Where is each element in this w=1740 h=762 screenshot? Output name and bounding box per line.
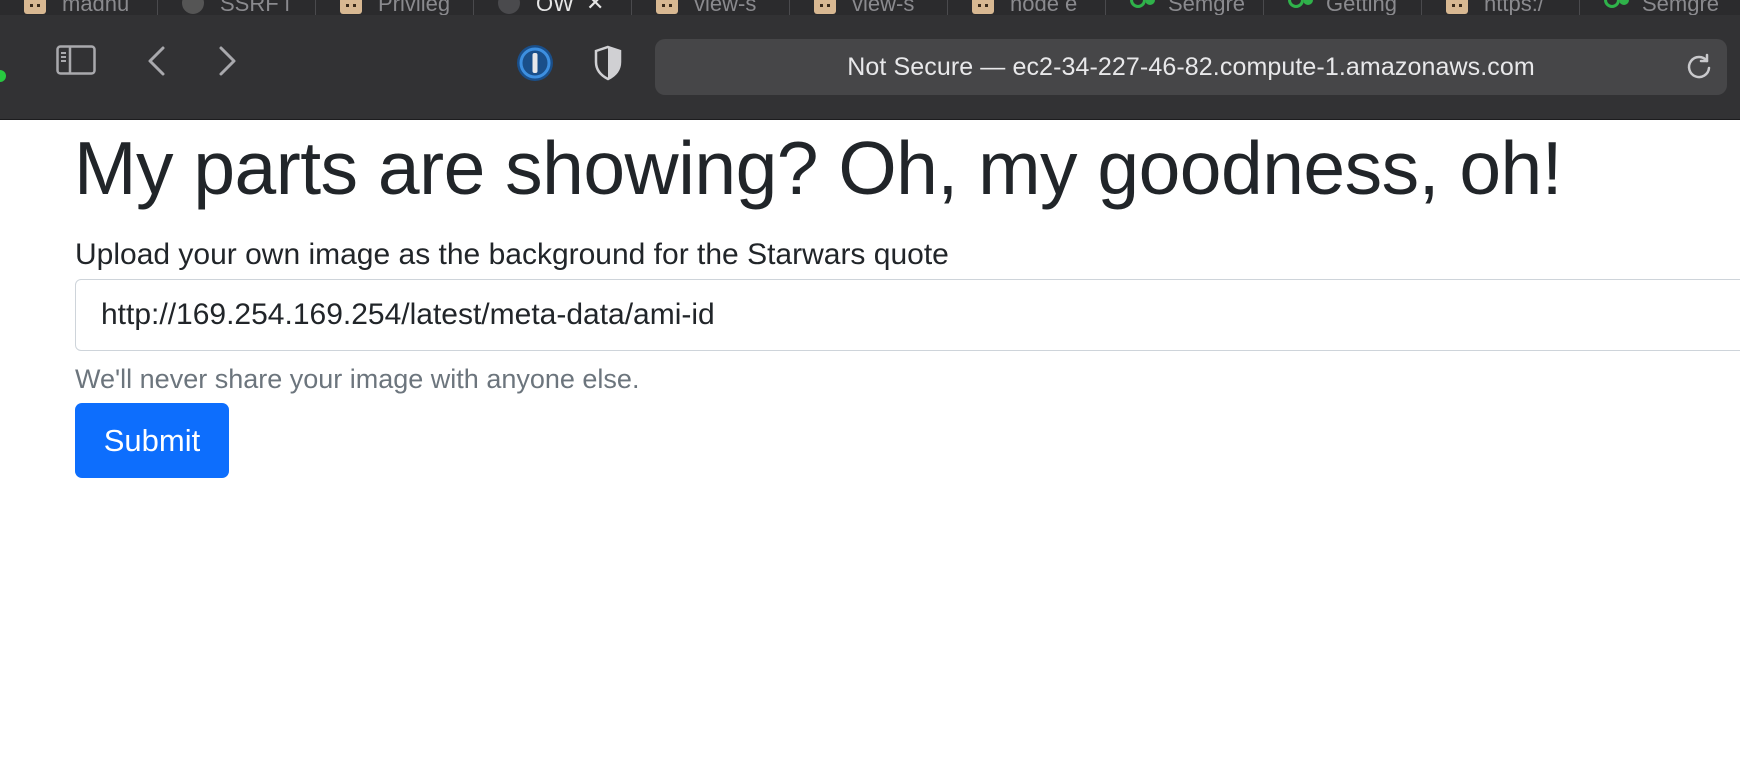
dark-favicon-icon [182, 0, 204, 14]
address-bar[interactable]: Not Secure — ec2-34-227-46-82.compute-1.… [655, 39, 1727, 95]
tab-separator [631, 0, 632, 15]
browser-tab[interactable]: Semgre [1106, 0, 1264, 15]
privacy-shield-icon[interactable] [593, 45, 623, 86]
browser-tab[interactable]: https:/ [1422, 0, 1580, 15]
image-url-input[interactable] [75, 279, 1740, 351]
avatar-favicon-icon [1446, 0, 1468, 14]
browser-tab[interactable]: SSRF i [158, 0, 316, 15]
avatar-favicon-icon [24, 0, 46, 14]
tab-separator [947, 0, 948, 15]
page-heading: My parts are showing? Oh, my goodness, o… [74, 126, 1563, 210]
semgrep-favicon-icon [1604, 0, 1620, 8]
browser-tab[interactable]: Semgre [1580, 0, 1738, 15]
page-content: My parts are showing? Oh, my goodness, o… [0, 120, 1740, 762]
tab-separator [1105, 0, 1106, 15]
browser-tab[interactable]: node e [948, 0, 1106, 15]
semgrep-favicon-icon [1130, 0, 1146, 8]
tab-separator [315, 0, 316, 15]
tab-title: Semgre [1642, 0, 1720, 15]
avatar-favicon-icon [814, 0, 836, 14]
tab-title: view-s [694, 0, 757, 15]
tab-title: madhu [62, 0, 130, 15]
tab-title: https:/ [1484, 0, 1544, 15]
tab-title: Semgre [1168, 0, 1246, 15]
avatar-favicon-icon [972, 0, 994, 14]
browser-tab[interactable]: Getting [1264, 0, 1422, 15]
globe-favicon-icon [498, 0, 520, 14]
submit-button[interactable]: Submit [75, 403, 229, 478]
avatar-favicon-icon [340, 0, 362, 14]
address-text: Not Secure — ec2-34-227-46-82.compute-1.… [847, 53, 1535, 81]
tab-separator [789, 0, 790, 15]
upload-label: Upload your own image as the background … [75, 238, 949, 271]
tab-title: view-s [852, 0, 915, 15]
tab-separator [157, 0, 158, 15]
back-icon[interactable] [146, 45, 168, 82]
tab-separator [473, 0, 474, 15]
tab-title: Privileg [378, 0, 451, 15]
window-zoom-button[interactable] [0, 70, 6, 82]
tab-title: node e [1010, 0, 1078, 15]
reload-icon[interactable] [1685, 53, 1713, 86]
tab-title: Getting [1326, 0, 1397, 15]
tab-title: SSRF i [220, 0, 290, 15]
semgrep-favicon-icon [1288, 0, 1304, 8]
forward-icon[interactable] [216, 45, 238, 82]
browser-tab[interactable]: view-s [790, 0, 948, 15]
avatar-favicon-icon [656, 0, 678, 14]
password-manager-icon[interactable] [515, 43, 555, 88]
browser-tab[interactable]: view-s [632, 0, 790, 15]
browser-tab[interactable]: madhu [0, 0, 158, 15]
tab-close-icon[interactable]: ✕ [586, 0, 604, 15]
tab-separator [1579, 0, 1580, 15]
tab-separator [1421, 0, 1422, 15]
browser-tab[interactable]: OW ✕ [474, 0, 632, 15]
help-text: We'll never share your image with anyone… [75, 364, 640, 394]
browser-toolbar: Not Secure — ec2-34-227-46-82.compute-1.… [0, 15, 1740, 120]
browser-tab[interactable]: Privileg [316, 0, 474, 15]
tab-strip: madhu SSRF i Privileg OW ✕ view-s view-s node e… [0, 0, 1740, 15]
tab-separator [1263, 0, 1264, 15]
tab-title: OW [536, 0, 574, 15]
sidebar-toggle-icon[interactable] [56, 45, 96, 80]
